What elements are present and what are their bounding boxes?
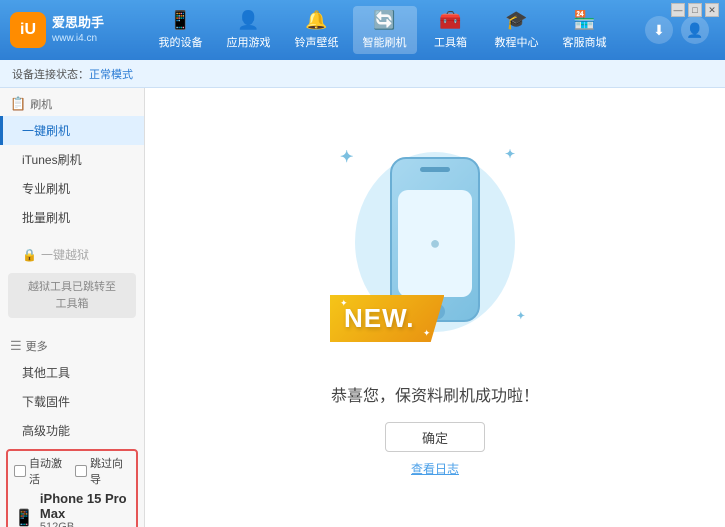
minimize-button[interactable]: — xyxy=(671,3,685,17)
more-section-icon: ☰ xyxy=(10,338,22,354)
sidebar-item-pro-flash[interactable]: 专业刷机 xyxy=(0,174,144,203)
settings-status-bar: 设备连接状态： 正常模式 xyxy=(0,60,725,88)
confirm-button[interactable]: 确定 xyxy=(385,422,485,452)
view-log-link[interactable]: 查看日志 xyxy=(411,460,459,477)
nav-bar: 📱 我的设备 👤 应用游戏 🔔 铃声壁纸 🔄 智能刷机 🧰 工具箱 🎓 xyxy=(120,6,645,54)
nav-tutorial-icon: 🎓 xyxy=(505,10,527,31)
sparkle-top-left: ✦ xyxy=(340,147,353,167)
star-right-icon: ✦ xyxy=(423,328,431,339)
sidebar-flash-header: 📋 刷机 xyxy=(0,88,144,116)
flash-section-icon: 📋 xyxy=(10,96,26,112)
sidebar: 📋 刷机 一键刷机 iTunes刷机 专业刷机 批量刷机 🔒 一键越狱 xyxy=(0,88,145,527)
auto-activate-checkbox[interactable] xyxy=(14,465,26,477)
nav-flash-icon: 🔄 xyxy=(373,10,395,31)
sparkle-top-right: ✦ xyxy=(505,147,515,161)
sidebar-item-batch-flash[interactable]: 批量刷机 xyxy=(0,203,144,232)
sidebar-item-other-tools[interactable]: 其他工具 xyxy=(0,358,144,387)
logo-area: iU 爱思助手 www.i4.cn xyxy=(10,12,120,48)
header-right: ⬇ 👤 xyxy=(645,16,715,44)
device-name-label: iPhone 15 Pro Max xyxy=(40,491,130,521)
device-panel: 自动激活 跳过向导 📱 iPhone 15 Pro Max 512GB iP xyxy=(6,449,138,527)
nav-smart-flash[interactable]: 🔄 智能刷机 xyxy=(353,6,417,54)
success-message: 恭喜您，保资料刷机成功啦！ xyxy=(331,382,539,406)
nav-ringtone-icon: 🔔 xyxy=(305,10,327,31)
phone-notch xyxy=(420,167,450,172)
nav-toolbox[interactable]: 🧰 工具箱 xyxy=(421,6,481,54)
nav-ringtone[interactable]: 🔔 铃声壁纸 xyxy=(285,6,349,54)
device-options: 自动激活 跳过向导 xyxy=(14,455,130,487)
timed-guide-option[interactable]: 跳过向导 xyxy=(75,455,130,487)
sidebar-more-header: ☰ 更多 xyxy=(0,330,144,358)
sidebar-item-advanced[interactable]: 高级功能 xyxy=(0,416,144,445)
nav-tutorial[interactable]: 🎓 教程中心 xyxy=(485,6,549,54)
download-button[interactable]: ⬇ xyxy=(645,16,673,44)
nav-toolbox-icon: 🧰 xyxy=(439,10,461,31)
sidebar-item-one-key-flash[interactable]: 一键刷机 xyxy=(0,116,144,145)
nav-app-game[interactable]: 👤 应用游戏 xyxy=(217,6,281,54)
nav-my-device[interactable]: 📱 我的设备 xyxy=(149,6,213,54)
phone-illustration: ✦ ✦ ✦ ● NEW. ✦ ✦ xyxy=(335,142,535,362)
phone-screen: ● xyxy=(398,190,472,298)
app-logo-icon: iU xyxy=(10,12,46,48)
nav-service-icon: 🏪 xyxy=(573,10,595,31)
auto-activate-option[interactable]: 自动激活 xyxy=(14,455,69,487)
maximize-button[interactable]: □ xyxy=(688,3,702,17)
device-storage-label: 512GB xyxy=(40,521,130,527)
app-logo-text: 爱思助手 www.i4.cn xyxy=(52,15,104,45)
lock-icon: 🔒 xyxy=(22,248,37,262)
sidebar-item-download-firmware[interactable]: 下载固件 xyxy=(0,387,144,416)
user-button[interactable]: 👤 xyxy=(681,16,709,44)
new-banner: NEW. ✦ ✦ xyxy=(330,295,444,342)
close-button[interactable]: ✕ xyxy=(705,3,719,17)
status-mode-link[interactable]: 正常模式 xyxy=(89,66,133,82)
timed-guide-checkbox[interactable] xyxy=(75,465,87,477)
star-left-icon: ✦ xyxy=(340,298,348,309)
sparkle-bottom-right: ✦ xyxy=(517,311,525,322)
sidebar-jailbreak-disabled: 🔒 一键越狱 xyxy=(0,240,144,269)
device-info: 📱 iPhone 15 Pro Max 512GB iPhone xyxy=(14,491,130,527)
nav-device-icon: 📱 xyxy=(169,10,191,31)
nav-app-icon: 👤 xyxy=(237,10,259,31)
device-phone-icon: 📱 xyxy=(14,508,34,527)
main-layout: 📋 刷机 一键刷机 iTunes刷机 专业刷机 批量刷机 🔒 一键越狱 xyxy=(0,88,725,527)
header: iU 爱思助手 www.i4.cn 📱 我的设备 👤 应用游戏 🔔 铃声壁纸 xyxy=(0,0,725,60)
sidebar-item-itunes-flash[interactable]: iTunes刷机 xyxy=(0,145,144,174)
main-content: ✦ ✦ ✦ ● NEW. ✦ ✦ xyxy=(145,88,725,527)
sidebar-disabled-box: 越狱工具已跳转至 工具箱 xyxy=(8,273,136,318)
nav-service[interactable]: 🏪 客服商城 xyxy=(553,6,617,54)
new-label: NEW. xyxy=(344,303,414,333)
